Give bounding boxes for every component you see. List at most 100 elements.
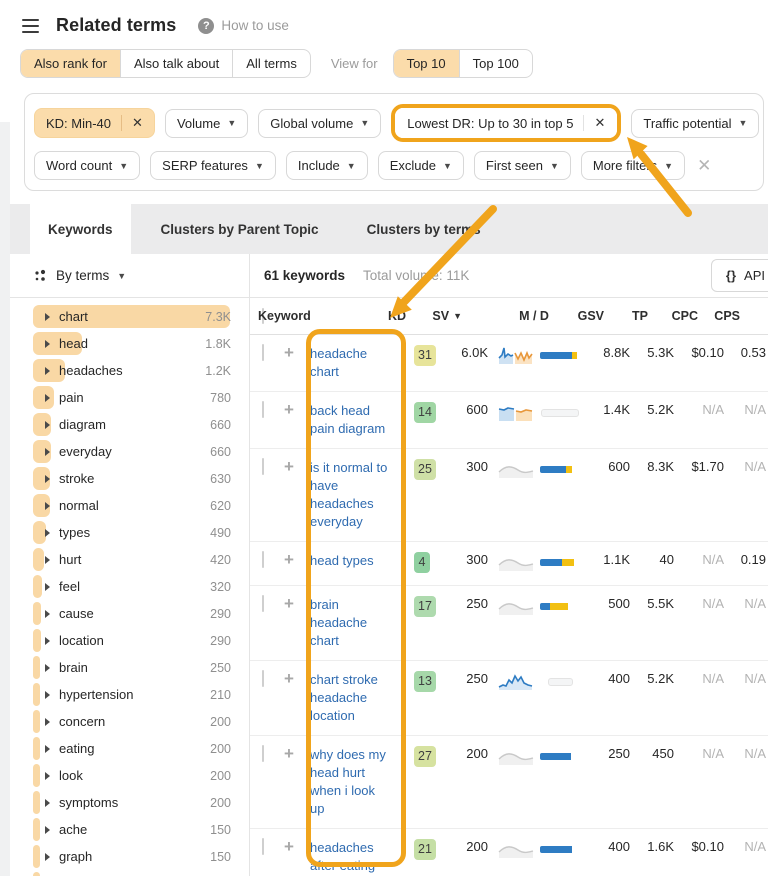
filter-chip[interactable]: SERP features▼ (150, 151, 276, 180)
caret-right-icon (45, 556, 50, 564)
keyword-link[interactable]: back head pain diagram (310, 402, 392, 438)
sidebar-item-term[interactable]: hypertension210 (0, 681, 249, 708)
sidebar-item-term[interactable]: location290 (0, 627, 249, 654)
sidebar-item-term[interactable]: cause290 (0, 600, 249, 627)
remove-filter-icon[interactable]: ✕ (121, 115, 143, 131)
kd-cell: 27 (410, 746, 444, 767)
range-option-0[interactable]: Top 10 (394, 50, 460, 77)
filter-chip[interactable]: Traffic potential▼ (631, 109, 759, 138)
mode-option-1[interactable]: Also talk about (121, 50, 233, 77)
sidebar-item-term[interactable]: symptoms200 (0, 789, 249, 816)
sidebar-item-term[interactable]: hurt420 (0, 546, 249, 573)
column-header-kd[interactable]: KD (384, 309, 418, 323)
sidebar-item-term[interactable]: eating200 (0, 735, 249, 762)
filter-chip-label: Word count (46, 158, 112, 173)
row-checkbox[interactable] (262, 344, 264, 361)
filter-chip[interactable]: Word count▼ (34, 151, 140, 180)
filter-chip[interactable]: KD: Min-40✕ (34, 108, 155, 138)
keyword-link[interactable]: chart stroke headache location (310, 671, 392, 725)
column-header-tp[interactable]: TP (604, 309, 648, 323)
by-terms-dropdown[interactable]: By terms ▼ (34, 268, 126, 283)
column-header-keyword[interactable]: Keyword (258, 309, 358, 323)
group-by-icon (34, 269, 48, 283)
sidebar-item-term[interactable]: brain250 (0, 654, 249, 681)
sidebar-item-term[interactable]: pain780 (0, 384, 249, 411)
sidebar-item-term[interactable]: graph150 (0, 843, 249, 870)
kd-cell: 31 (410, 345, 444, 366)
keyword-link[interactable]: head types (310, 552, 392, 570)
remove-filter-icon[interactable]: ✕ (583, 115, 605, 131)
keyword-link[interactable]: headaches after eating cause for concern (310, 839, 392, 876)
md-bar-blue (540, 559, 562, 566)
sidebar-item-term[interactable]: diagram660 (0, 411, 249, 438)
filter-chip[interactable]: Include▼ (286, 151, 368, 180)
add-keyword-button[interactable]: + (284, 744, 294, 763)
filter-chip[interactable]: First seen▼ (474, 151, 571, 180)
column-header-gsv[interactable]: GSV (560, 309, 604, 323)
cpc-value: $0.10 (674, 345, 724, 360)
row-checkbox[interactable] (262, 401, 264, 418)
sidebar-item-term[interactable]: stroke630 (0, 465, 249, 492)
column-header-md[interactable]: M / D (508, 309, 560, 323)
sidebar-item-term[interactable]: afternoon140 (0, 870, 249, 876)
filter-chip[interactable]: More filters▼ (581, 151, 685, 180)
add-keyword-button[interactable]: + (284, 457, 294, 476)
sidebar-item-term[interactable]: ache150 (0, 816, 249, 843)
hamburger-menu-icon[interactable] (22, 19, 39, 33)
trend-cell (488, 596, 534, 619)
term-label: feel (59, 579, 80, 594)
sidebar-item-term[interactable]: concern200 (0, 708, 249, 735)
sidebar-item-term[interactable]: look200 (0, 762, 249, 789)
sv-value: 300 (444, 552, 488, 567)
sidebar-item-term[interactable]: normal620 (0, 492, 249, 519)
term-label: diagram (59, 417, 106, 432)
tab-0[interactable]: Keywords (30, 204, 131, 254)
filter-chip[interactable]: Global volume▼ (258, 109, 381, 138)
add-keyword-button[interactable]: + (284, 343, 294, 362)
keyword-link[interactable]: brain headache chart (310, 596, 392, 650)
keyword-link[interactable]: why does my head hurt when i look up (310, 746, 392, 818)
range-option-1[interactable]: Top 100 (460, 50, 532, 77)
add-keyword-button[interactable]: + (284, 550, 294, 569)
sidebar-item-term[interactable]: types490 (0, 519, 249, 546)
tab-2[interactable]: Clusters by terms (349, 204, 499, 254)
row-checkbox[interactable] (262, 670, 264, 687)
gsv-value: 600 (586, 459, 630, 474)
kd-cell: 25 (410, 459, 444, 480)
sidebar-item-term[interactable]: chart7.3K (0, 303, 249, 330)
row-checkbox[interactable] (262, 458, 264, 475)
sidebar-item-term[interactable]: feel320 (0, 573, 249, 600)
caret-right-icon (45, 745, 50, 753)
row-checkbox[interactable] (262, 551, 264, 568)
row-checkbox[interactable] (262, 838, 264, 855)
tab-1[interactable]: Clusters by Parent Topic (143, 204, 337, 254)
filter-chip[interactable]: Lowest DR: Up to 30 in top 5✕ (395, 108, 617, 138)
row-checkbox[interactable] (262, 595, 264, 612)
caret-right-icon (45, 529, 50, 537)
filter-chip-label: More filters (593, 158, 657, 173)
filter-chip[interactable]: Volume▼ (165, 109, 248, 138)
mode-option-0[interactable]: Also rank for (21, 50, 121, 77)
how-to-use-link[interactable]: ? How to use (198, 18, 289, 34)
add-keyword-button[interactable]: + (284, 400, 294, 419)
add-keyword-button[interactable]: + (284, 837, 294, 856)
filter-chip[interactable]: Exclude▼ (378, 151, 464, 180)
api-button[interactable]: {} API (711, 259, 768, 292)
add-keyword-button[interactable]: + (284, 594, 294, 613)
sidebar-item-term[interactable]: headaches1.2K (0, 357, 249, 384)
keyword-link[interactable]: is it normal to have headaches everyday (310, 459, 392, 531)
trend-cell (488, 746, 534, 769)
mode-option-2[interactable]: All terms (233, 50, 310, 77)
sidebar-item-term[interactable]: everyday660 (0, 438, 249, 465)
kd-badge: 13 (414, 671, 436, 692)
column-header-cpc[interactable]: CPC (648, 309, 698, 323)
column-header-sv[interactable]: SV ▼ (418, 309, 462, 323)
add-keyword-button[interactable]: + (284, 669, 294, 688)
clear-all-filters-icon[interactable]: ✕ (697, 156, 711, 176)
row-checkbox[interactable] (262, 745, 264, 762)
keyword-link[interactable]: headache chart (310, 345, 392, 381)
sidebar-item-term[interactable]: head1.8K (0, 330, 249, 357)
column-header-cps[interactable]: CPS (698, 309, 740, 323)
term-volume: 620 (210, 499, 231, 513)
term-label: types (59, 525, 90, 540)
